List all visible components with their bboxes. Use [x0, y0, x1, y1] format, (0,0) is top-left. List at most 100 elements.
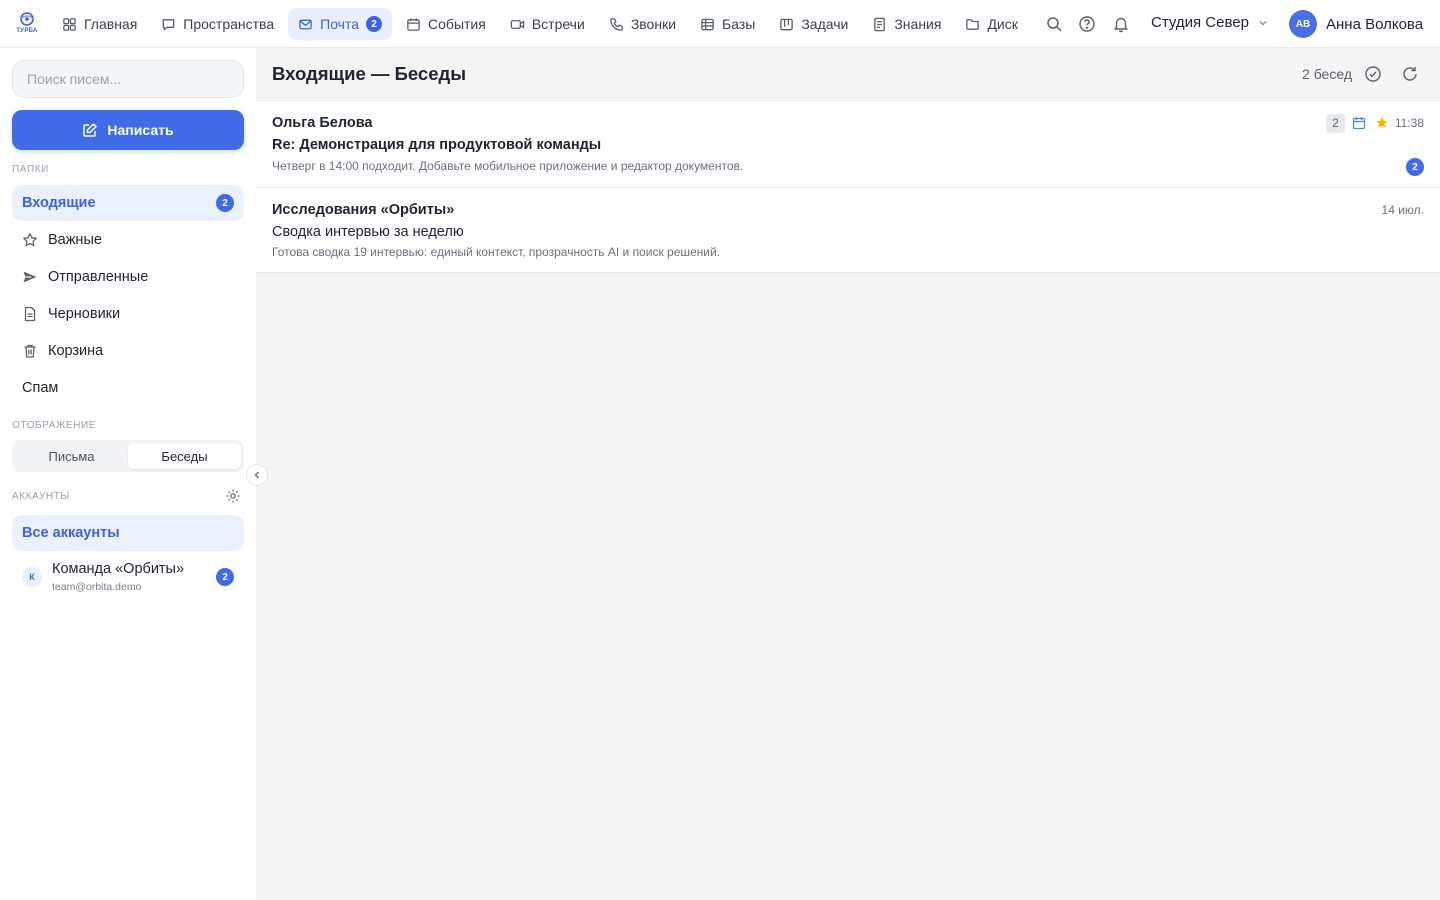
folder-spam-label: Спам: [22, 380, 59, 396]
mail-unread-badge: 2: [366, 16, 383, 32]
nav-events[interactable]: События: [396, 8, 496, 40]
page-title: Входящие — Беседы: [272, 63, 467, 84]
search-icon[interactable]: [1045, 15, 1063, 33]
workspace-switcher[interactable]: Студия Север: [1151, 14, 1269, 31]
mail-snippet: Готова сводка 19 интервью: единый контек…: [272, 245, 721, 259]
account-item[interactable]: К Команда «Орбиты» team@orbita.demo 2: [12, 558, 244, 602]
nav-calls[interactable]: Звонки: [599, 8, 686, 40]
book-icon: [874, 17, 886, 31]
video-icon: [510, 19, 525, 29]
mail-sender: Ольга Белова: [272, 115, 373, 131]
workspace-name: Студия Север: [1151, 14, 1249, 31]
view-section-title: Отображение: [12, 420, 97, 431]
phone-icon: [610, 17, 623, 31]
mail-search[interactable]: [12, 60, 244, 98]
mail-sidebar: Написать Папки Входящие 2 Важные Отправл…: [0, 48, 256, 900]
calendar-icon: [407, 17, 420, 31]
gear-icon[interactable]: [225, 488, 241, 504]
thread-count: 2: [1326, 114, 1345, 133]
conversation-count: 2 бесед: [1302, 66, 1352, 82]
nav-spaces-label: Пространства: [183, 16, 275, 32]
view-option-letters[interactable]: Письма: [15, 443, 128, 469]
star-icon: [23, 233, 37, 247]
top-navigation-bar: ТУРБА Главная Пространства Почта 2 Событ…: [0, 0, 1440, 48]
nav-events-label: События: [428, 16, 486, 32]
nav-knowledge[interactable]: Знания: [862, 8, 951, 40]
nav-bases-label: Базы: [722, 16, 756, 32]
mail-main: Входящие — Беседы 2 бесед Ольга Белова R…: [256, 48, 1440, 900]
folder-drafts[interactable]: Черновики: [12, 296, 244, 332]
list-item[interactable]: Ольга Белова Re: Демонстрация для продук…: [256, 101, 1440, 188]
mail-sender: Исследования «Орбиты»: [272, 202, 455, 218]
trash-icon: [24, 344, 36, 358]
folder-sent[interactable]: Отправленные: [12, 259, 244, 295]
app-logo[interactable]: ТУРБА: [14, 11, 40, 37]
folders-section-title: Папки: [12, 164, 49, 175]
avatar: АВ: [1289, 10, 1317, 38]
nav-meetings-label: Встречи: [531, 16, 585, 32]
folder-trash-label: Корзина: [48, 343, 104, 359]
account-avatar: К: [22, 567, 42, 587]
user-menu[interactable]: АВ Анна Волкова: [1289, 10, 1423, 38]
chevron-down-icon: [1259, 20, 1267, 25]
logo-text: ТУРБА: [16, 28, 38, 34]
mail-time: 14 июл.: [1381, 203, 1424, 217]
nav-drive-label: Диск: [987, 16, 1018, 32]
account-unread-badge: 2: [216, 568, 234, 586]
nav-mail[interactable]: Почта 2: [288, 8, 393, 40]
folder-inbox[interactable]: Входящие 2: [12, 185, 244, 221]
send-icon: [23, 271, 37, 283]
edit-icon: [83, 123, 98, 137]
mark-all-read-icon[interactable]: [1364, 65, 1382, 83]
star-icon[interactable]: [1375, 116, 1389, 130]
folder-important[interactable]: Важные: [12, 222, 244, 258]
main-nav: Главная Пространства Почта 2 События Вст…: [52, 8, 1032, 40]
calendar-icon: [1352, 117, 1366, 130]
folder-drafts-label: Черновики: [48, 306, 121, 322]
collapse-sidebar-button[interactable]: [246, 464, 268, 486]
view-toggle: Письма Беседы: [12, 440, 244, 472]
account-name: Команда «Орбиты»: [52, 561, 185, 577]
compose-button[interactable]: Написать: [12, 110, 244, 150]
user-name: Анна Волкова: [1326, 15, 1424, 33]
mail-unread-badge: 2: [1406, 158, 1424, 176]
nav-spaces[interactable]: Пространства: [151, 8, 284, 40]
grid-icon: [63, 17, 76, 31]
inbox-unread-badge: 2: [216, 194, 234, 212]
bell-icon[interactable]: [1112, 15, 1130, 33]
nav-home-label: Главная: [84, 16, 138, 32]
nav-drive[interactable]: Диск: [955, 8, 1027, 40]
mail-icon: [299, 19, 312, 29]
nav-calls-label: Звонки: [630, 16, 677, 32]
mail-subject: Сводка интервью за неделю: [272, 224, 464, 240]
search-input[interactable]: [27, 71, 229, 87]
all-accounts-item[interactable]: Все аккаунты: [12, 515, 244, 551]
nav-home[interactable]: Главная: [52, 8, 147, 40]
folder-trash[interactable]: Корзина: [12, 333, 244, 369]
nav-tasks-label: Задачи: [801, 16, 849, 32]
mail-snippet: Четверг в 14:00 подходит. Добавьте мобил…: [272, 159, 744, 173]
nav-meetings[interactable]: Встречи: [500, 8, 595, 40]
nav-knowledge-label: Знания: [894, 16, 942, 32]
nav-mail-label: Почта: [320, 16, 360, 32]
folder-important-label: Важные: [48, 232, 102, 248]
mail-time: 11:38: [1394, 116, 1424, 130]
folder-inbox-label: Входящие: [22, 195, 96, 211]
nav-bases[interactable]: Базы: [690, 8, 765, 40]
mail-list: Ольга Белова Re: Демонстрация для продук…: [256, 101, 1440, 273]
mail-list-header: Входящие — Беседы 2 бесед: [256, 48, 1440, 101]
view-option-conversations[interactable]: Беседы: [128, 443, 241, 469]
refresh-icon[interactable]: [1401, 65, 1419, 83]
chevron-left-icon: [254, 471, 259, 479]
nav-tasks[interactable]: Задачи: [769, 8, 858, 40]
folder-spam[interactable]: Спам: [12, 370, 244, 406]
compose-label: Написать: [107, 122, 174, 138]
kanban-icon: [780, 18, 794, 30]
folder-sent-label: Отправленные: [48, 269, 149, 285]
accounts-section-title: Аккаунты: [12, 491, 70, 502]
list-item[interactable]: Исследования «Орбиты» Сводка интервью за…: [256, 188, 1440, 273]
account-email: team@orbita.demo: [52, 581, 142, 593]
chat-icon: [162, 18, 175, 30]
help-icon[interactable]: [1078, 15, 1096, 33]
draft-icon: [24, 306, 36, 322]
